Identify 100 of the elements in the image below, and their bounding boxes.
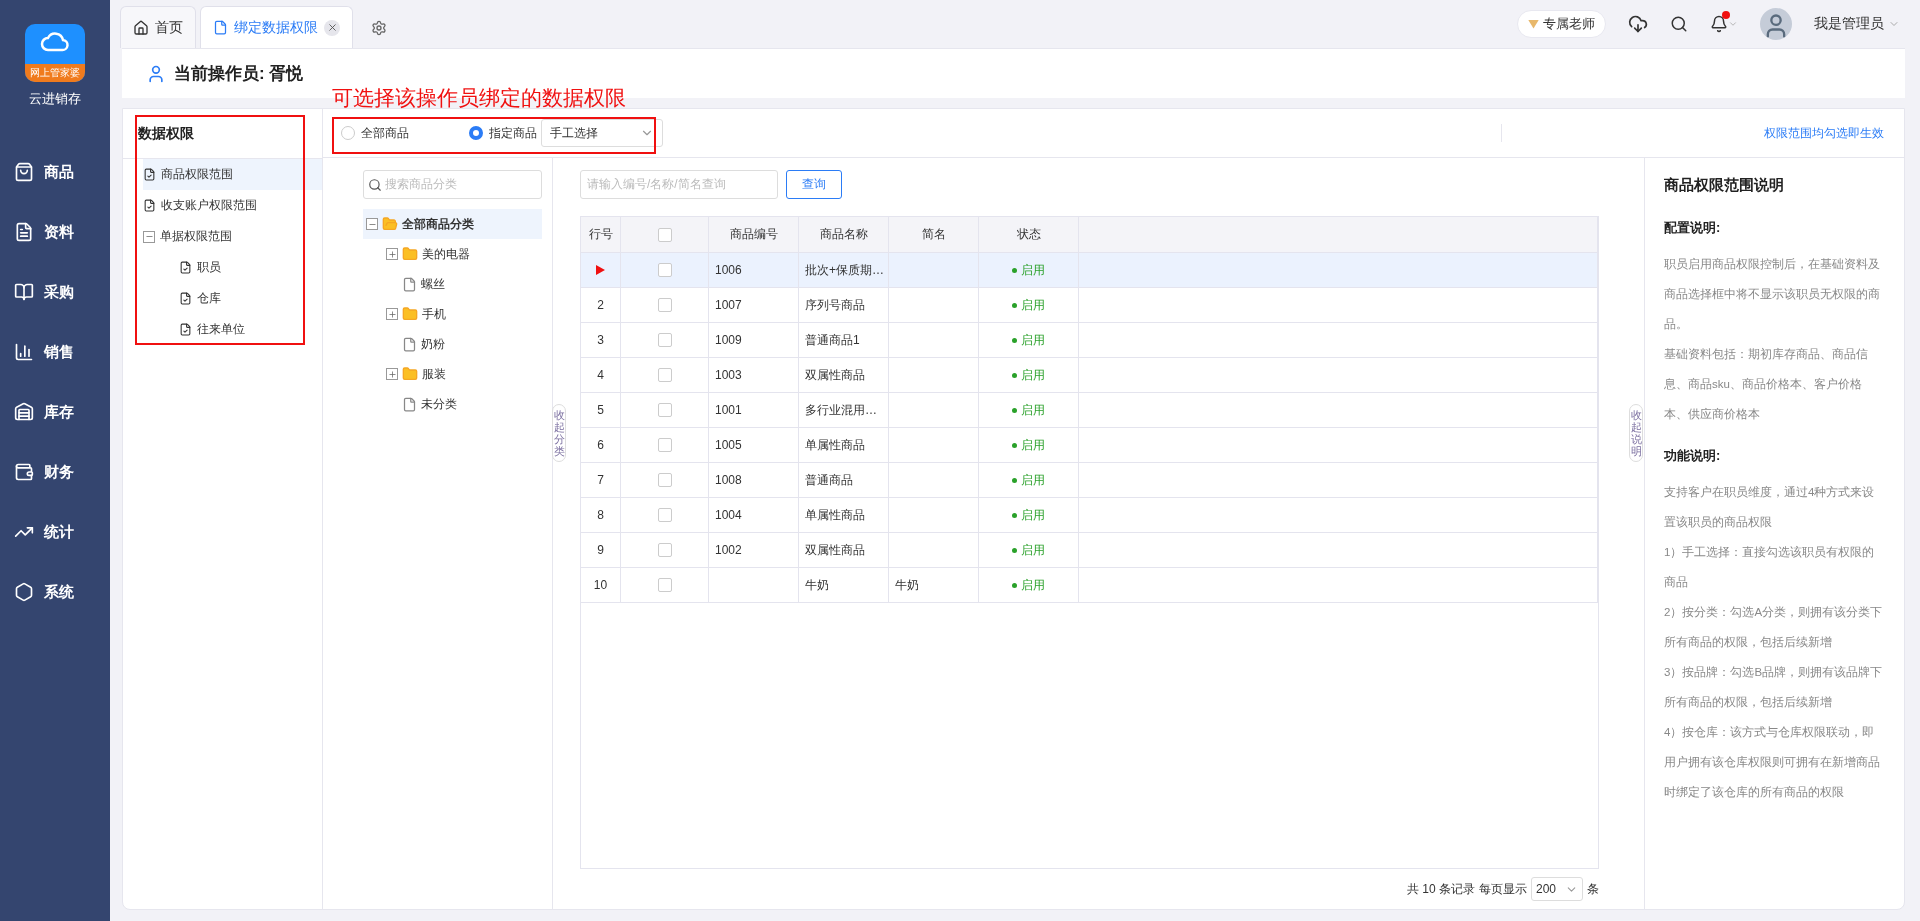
radio-option[interactable]: 全部商品: [341, 124, 409, 142]
table-cell: 8: [581, 498, 621, 533]
avatar[interactable]: [1760, 8, 1792, 40]
tree-item[interactable]: 未分类: [363, 389, 542, 419]
nav-item[interactable]: 统计: [0, 502, 110, 562]
page-size-select[interactable]: 200: [1531, 877, 1583, 901]
page-tab[interactable]: 首页: [120, 6, 196, 48]
table-cell: 多行业混用…: [799, 393, 889, 428]
status-label: 启用: [1012, 331, 1045, 349]
checkbox[interactable]: [657, 508, 672, 522]
info-paragraph: 支持客户在职员维度，通过4种方式来设置该职员的商品权限: [1664, 485, 1876, 530]
teacher-button[interactable]: 专属老师: [1517, 10, 1606, 38]
cloud-icon: [40, 30, 70, 54]
query-button[interactable]: 查询: [786, 170, 842, 199]
notice-link[interactable]: 权限范围均勾选即生效: [1501, 124, 1884, 142]
tree-item[interactable]: 服装: [363, 359, 542, 389]
checkbox[interactable]: [657, 473, 672, 487]
expand-icon[interactable]: [386, 368, 398, 380]
checkbox[interactable]: [657, 227, 672, 242]
status-label: 启用: [1012, 366, 1045, 384]
settings-icon[interactable]: [371, 20, 387, 36]
table-cell: 单属性商品: [799, 428, 889, 463]
table-cell: 3: [581, 323, 621, 358]
table-cell: 1009: [709, 323, 799, 358]
document-icon: [14, 222, 34, 242]
mode-select[interactable]: 手工选择: [541, 119, 663, 147]
table-cell: 批次+保质期…: [799, 253, 889, 288]
house-icon: [14, 402, 34, 422]
bar-chart-icon: [14, 342, 34, 362]
expand-icon[interactable]: [386, 308, 398, 320]
radio-option[interactable]: 指定商品: [469, 124, 537, 142]
tree-item[interactable]: 职员: [179, 252, 322, 283]
nav-item[interactable]: 财务: [0, 442, 110, 502]
book-icon: [14, 282, 34, 302]
status-label: 启用: [1012, 436, 1045, 454]
checkbox[interactable]: [657, 368, 672, 382]
checkbox[interactable]: [657, 263, 672, 277]
search-icon[interactable]: [1670, 15, 1688, 33]
tree-item[interactable]: 收支账户权限范围: [143, 190, 322, 221]
search-icon: [368, 177, 382, 192]
table-cell: 牛奶: [889, 568, 979, 603]
table-cell: 7: [581, 463, 621, 498]
column-header: 商品名称: [799, 217, 889, 253]
status-label: 启用: [1012, 541, 1045, 559]
collapse-tab[interactable]: 收起说明: [1629, 404, 1643, 463]
collapse-tab[interactable]: 收起分类: [552, 404, 566, 463]
current-row-icon: [596, 265, 605, 275]
nav-item[interactable]: 销售: [0, 322, 110, 382]
checkbox[interactable]: [657, 543, 672, 557]
table-cell: 双属性商品: [799, 533, 889, 568]
checkbox[interactable]: [657, 333, 672, 347]
nav-item[interactable]: 系统: [0, 562, 110, 622]
annotation-text: 可选择该操作员绑定的数据权限: [332, 85, 626, 111]
checkbox[interactable]: [657, 578, 672, 592]
info-title: 商品权限范围说明: [1664, 176, 1785, 195]
tree-item[interactable]: 美的电器: [363, 239, 542, 269]
tree-item[interactable]: 奶粉: [363, 329, 542, 359]
checkbox[interactable]: [657, 438, 672, 452]
file-icon: [213, 20, 228, 35]
status-label: 启用: [1012, 576, 1045, 594]
page-tab[interactable]: 绑定数据权限: [200, 6, 353, 48]
cloud-download-icon[interactable]: [1628, 14, 1648, 34]
info-paragraph: 基础资料包括：期初库存商品、商品信息、商品sku、商品价格本、客户价格本、供应商价格本: [1664, 347, 1869, 422]
table-cell: 10: [581, 568, 621, 603]
checkbox[interactable]: [657, 403, 672, 417]
nav-item[interactable]: 采购: [0, 262, 110, 322]
info-paragraph: 4）按仓库：该方式与仓库权限联动，即用户拥有该仓库权限则可拥有在新增商品时绑定了该仓库的所有商品的权限: [1664, 725, 1881, 800]
user-menu[interactable]: 我是管理员: [1814, 15, 1900, 33]
nav-item[interactable]: 资料: [0, 202, 110, 262]
table-cell: 普通商品1: [799, 323, 889, 358]
status-label: 启用: [1012, 506, 1045, 524]
table-cell: 9: [581, 533, 621, 568]
tree-item[interactable]: 全部商品分类: [363, 209, 542, 239]
info-paragraph: 2）按分类：勾选A分类，则拥有该分类下所有商品的权限，包括后续新增: [1664, 605, 1884, 650]
tree-item[interactable]: 手机: [363, 299, 542, 329]
app-name: 云进销存: [29, 90, 81, 108]
tree-item[interactable]: 螺丝: [363, 269, 542, 299]
chevron-down-icon: [1728, 19, 1738, 29]
info-paragraph: 职员启用商品权限控制后，在基础资料及商品选择框中将不显示该职员无权限的商品。: [1664, 257, 1881, 332]
nav-item[interactable]: 商品: [0, 142, 110, 202]
folder-icon: [382, 216, 398, 232]
table-cell: 6: [581, 428, 621, 463]
tree-item[interactable]: 商品权限范围: [143, 159, 322, 190]
table-cell: 普通商品: [799, 463, 889, 498]
expand-icon[interactable]: [386, 248, 398, 260]
collapse-icon[interactable]: [366, 218, 378, 230]
table-cell: 1002: [709, 533, 799, 568]
file-icon: [402, 276, 417, 292]
tree-item[interactable]: 单据权限范围: [143, 221, 322, 252]
checkbox[interactable]: [657, 298, 672, 312]
collapse-icon[interactable]: [143, 230, 155, 243]
tree-item[interactable]: 往来单位: [179, 314, 322, 345]
table-cell: 1005: [709, 428, 799, 463]
close-icon[interactable]: [324, 19, 340, 36]
section-heading: 功能说明:: [1664, 447, 1722, 465]
table-cell: 双属性商品: [799, 358, 889, 393]
tree-item[interactable]: 仓库: [179, 283, 322, 314]
nav-item[interactable]: 库存: [0, 382, 110, 442]
column-header: 商品编号: [709, 217, 799, 253]
table-cell: 单属性商品: [799, 498, 889, 533]
